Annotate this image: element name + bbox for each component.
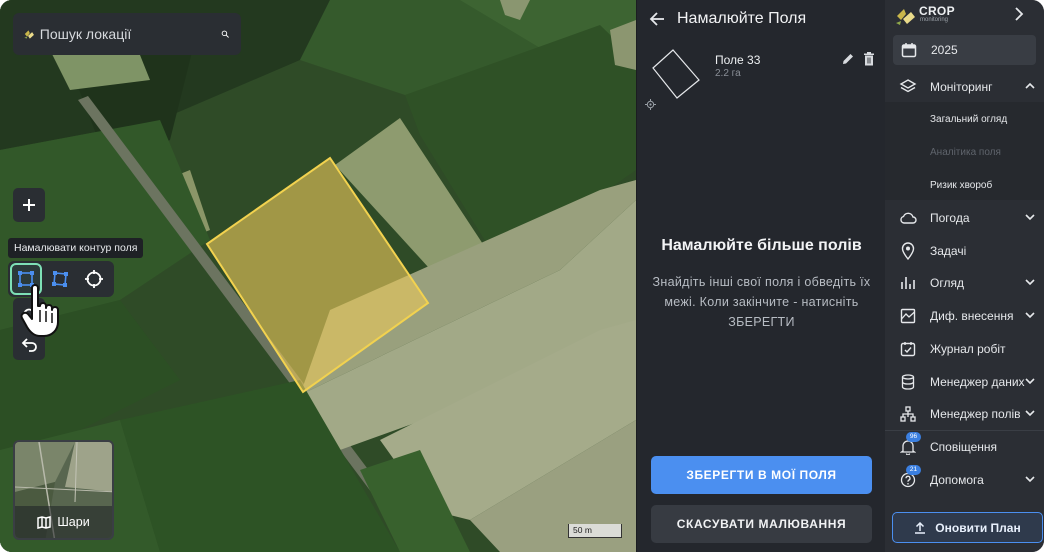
brand-name: CROP: [919, 4, 955, 18]
search-icon[interactable]: [221, 25, 229, 43]
database-icon: [901, 374, 915, 390]
brand-subtitle: monitoring: [920, 17, 949, 23]
layers-button[interactable]: Шари: [13, 440, 114, 540]
location-search[interactable]: [13, 13, 241, 55]
app-window: Намалювати контур поля: [0, 0, 1044, 552]
circle-draw-icon: [85, 270, 103, 288]
chevron-down-icon: [1025, 410, 1035, 417]
main-navigation: CROP monitoring 2025 Моніторинг Загальни…: [885, 0, 1044, 552]
map-icon: [37, 515, 52, 529]
draw-fields-panel: Намалюйте Поля Поле 33 2.2 га Намалюйте …: [636, 0, 885, 552]
nav-item-data-manager[interactable]: Менеджер даних: [885, 366, 1044, 398]
chevron-down-icon: [1025, 279, 1035, 286]
calendar-check-icon: [900, 342, 916, 357]
nav-item-work-log[interactable]: Журнал робіт: [885, 333, 1044, 365]
notifications-badge: 96: [906, 432, 921, 442]
field-list-item[interactable]: Поле 33 2.2 га: [637, 44, 886, 110]
cloud-icon: [900, 212, 917, 224]
panel-title: Намалюйте Поля: [677, 10, 807, 27]
empty-state-title: Намалюйте більше полів: [661, 237, 862, 254]
chevron-down-icon: [1025, 476, 1035, 483]
crop-monitoring-logo-icon: [896, 9, 915, 25]
nav-item-notifications[interactable]: 96 Сповіщення: [885, 431, 1044, 463]
nav-label-data-manager: Менеджер даних: [930, 375, 1025, 389]
nav-label-overview: Огляд: [930, 276, 964, 290]
nav-item-field-manager[interactable]: Менеджер полів: [885, 398, 1044, 430]
nav-label-work-log: Журнал робіт: [930, 342, 1006, 356]
panel-header: Намалюйте Поля: [637, 0, 886, 38]
hand-pointer-icon: [20, 284, 59, 337]
layers-label: Шари: [15, 506, 112, 538]
back-arrow-icon[interactable]: [649, 11, 665, 27]
map-pin-icon: [901, 242, 915, 260]
nav-label-weather: Погода: [930, 211, 970, 225]
chevron-up-icon: [1025, 82, 1035, 89]
season-selector[interactable]: 2025: [893, 35, 1036, 65]
zoom-in-button[interactable]: [13, 188, 45, 222]
submenu-item-disease-risk[interactable]: Ризик хвороб: [930, 180, 992, 191]
upgrade-plan-button[interactable]: Оновити План: [892, 512, 1043, 543]
calendar-icon: [901, 43, 917, 58]
nav-item-weather[interactable]: Погода: [885, 202, 1044, 234]
chevron-down-icon: [1025, 378, 1035, 385]
draw-tooltip: Намалювати контур поля: [8, 238, 144, 258]
field-name: Поле 33: [715, 53, 761, 67]
map-scale: 50 m: [568, 524, 622, 538]
nav-label-notifications: Сповіщення: [930, 440, 998, 454]
chevron-right-icon[interactable]: [1013, 6, 1025, 22]
upgrade-plan-label: Оновити План: [935, 520, 1021, 535]
draw-circle-tool[interactable]: [78, 263, 110, 295]
nav-item-variable-rate[interactable]: Диф. внесення: [885, 300, 1044, 332]
chevron-down-icon: [1025, 312, 1035, 319]
nav-label-monitoring: Моніторинг: [930, 80, 993, 94]
nav-item-help[interactable]: 21 Допомога: [885, 464, 1044, 496]
season-year: 2025: [931, 43, 958, 57]
nav-label-variable-rate: Диф. внесення: [930, 309, 1014, 323]
nav-item-tasks[interactable]: Задачі: [885, 235, 1044, 267]
nav-item-overview[interactable]: Огляд: [885, 267, 1044, 299]
nav-label-help: Допомога: [930, 473, 984, 487]
nav-item-monitoring[interactable]: Моніторинг: [885, 71, 1044, 103]
pencil-icon[interactable]: [841, 52, 855, 66]
locate-field-icon[interactable]: [645, 99, 656, 110]
location-search-input[interactable]: [39, 26, 221, 42]
bar-chart-icon: [901, 277, 915, 289]
trash-icon[interactable]: [863, 52, 875, 66]
cancel-drawing-button[interactable]: СКАСУВАТИ МАЛЮВАННЯ: [651, 505, 872, 543]
submenu-item-overview[interactable]: Загальний огляд: [930, 114, 1007, 125]
save-fields-button[interactable]: ЗБЕРЕГТИ В МОЇ ПОЛЯ: [651, 456, 872, 494]
map-grid-icon: [900, 308, 916, 324]
chevron-down-icon: [1025, 214, 1035, 221]
plus-icon: [23, 199, 35, 211]
layers-icon: [899, 79, 917, 93]
nav-label-field-manager: Менеджер полів: [930, 407, 1021, 421]
satellite-map[interactable]: Намалювати контур поля: [0, 0, 636, 552]
hierarchy-icon: [900, 406, 916, 422]
layers-label-text: Шари: [57, 515, 90, 529]
upload-icon: [915, 521, 926, 534]
undo-icon: [21, 337, 37, 352]
submenu-item-field-analytics[interactable]: Аналітика поля: [930, 147, 1001, 158]
empty-state-text: Знайдіть інші свої поля і обведіть їх ме…: [652, 275, 871, 329]
crop-logo-icon: [24, 30, 34, 39]
nav-label-tasks: Задачі: [930, 244, 967, 258]
field-shape-thumbnail: [652, 49, 700, 99]
field-area: 2.2 га: [715, 68, 741, 79]
help-badge: 21: [906, 465, 921, 475]
